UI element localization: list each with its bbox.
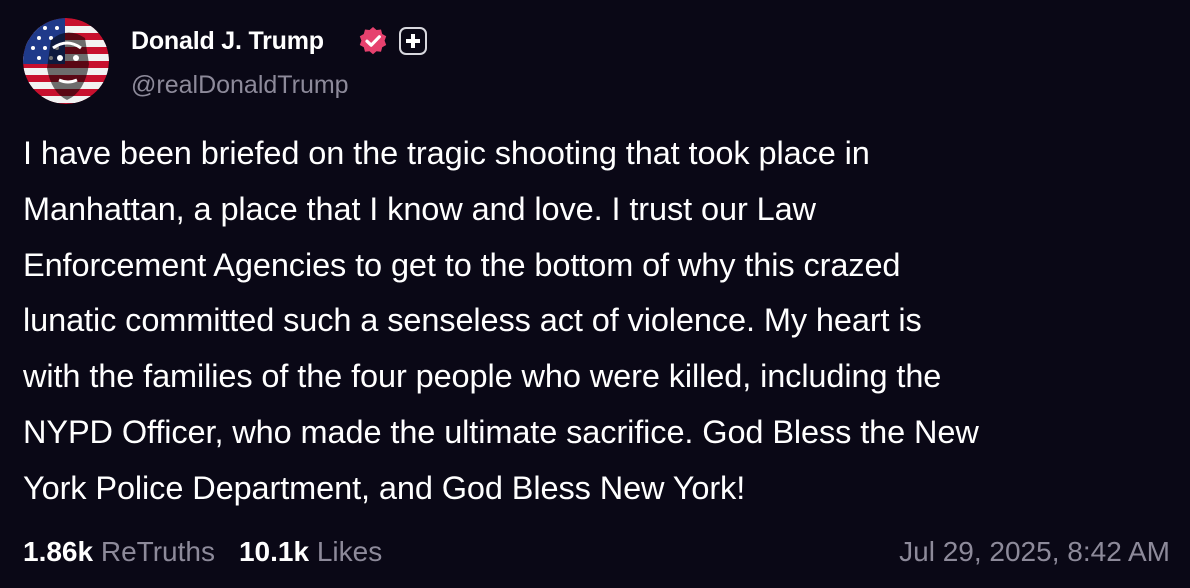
post-stats: 1.86k ReTruths 10.1k Likes xyxy=(23,532,382,572)
post-body-text: I have been briefed on the tragic shooti… xyxy=(23,135,979,506)
avatar-image xyxy=(23,18,109,104)
likes-count[interactable]: 10.1k xyxy=(239,536,309,567)
post-timestamp[interactable]: Jul 29, 2025, 8:42 AM xyxy=(899,532,1170,572)
likes-label[interactable]: Likes xyxy=(317,536,382,567)
author-avatar[interactable] xyxy=(23,18,109,104)
plus-badge xyxy=(399,27,427,55)
author-display-name[interactable]: Donald J. Trump xyxy=(131,25,324,57)
plus-icon xyxy=(406,34,420,48)
verified-badge-icon xyxy=(359,27,387,55)
retruths-count[interactable]: 1.86k xyxy=(23,536,93,567)
retruths-label[interactable]: ReTruths xyxy=(101,536,215,567)
author-handle[interactable]: @realDonaldTrump xyxy=(131,69,349,101)
truth-post: Donald J. Trump @realDonaldTrump I have … xyxy=(0,0,1190,588)
